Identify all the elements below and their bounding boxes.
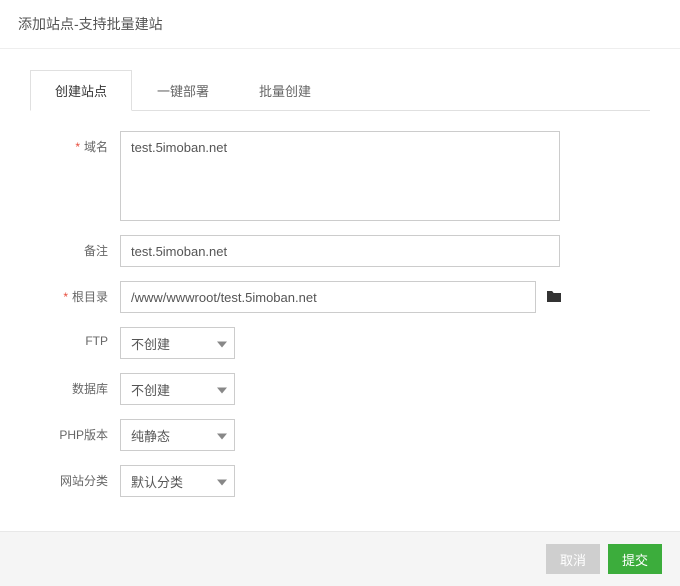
row-remark: 备注 xyxy=(30,235,650,267)
row-php-version: PHP版本 纯静态 xyxy=(30,419,650,451)
label-php-version: PHP版本 xyxy=(30,419,120,443)
select-display: 纯静态 xyxy=(120,419,235,451)
label-ftp: FTP xyxy=(30,327,120,348)
row-database: 数据库 不创建 xyxy=(30,373,650,405)
dialog-footer: 取消 提交 xyxy=(0,531,680,586)
label-category: 网站分类 xyxy=(30,465,120,489)
row-ftp: FTP 不创建 xyxy=(30,327,650,359)
row-root: *根目录 xyxy=(30,281,650,313)
tab-create-site[interactable]: 创建站点 xyxy=(30,70,132,111)
domain-textarea[interactable] xyxy=(120,131,560,221)
category-select[interactable]: 默认分类 xyxy=(120,465,235,497)
label-remark: 备注 xyxy=(30,235,120,259)
tab-label: 批量创建 xyxy=(259,84,311,99)
cancel-button[interactable]: 取消 xyxy=(546,544,600,574)
dialog-title: 添加站点-支持批量建站 xyxy=(18,16,163,32)
dialog-header: 添加站点-支持批量建站 xyxy=(0,0,680,49)
label-database: 数据库 xyxy=(30,373,120,397)
row-category: 网站分类 默认分类 xyxy=(30,465,650,497)
label-domain: *域名 xyxy=(30,131,120,155)
root-input[interactable] xyxy=(120,281,536,313)
row-domain: *域名 xyxy=(30,131,650,221)
submit-button[interactable]: 提交 xyxy=(608,544,662,574)
tabs: 创建站点 一键部署 批量创建 xyxy=(30,69,650,111)
remark-input[interactable] xyxy=(120,235,560,267)
label-root: *根目录 xyxy=(30,281,120,305)
dialog-body: 创建站点 一键部署 批量创建 *域名 备注 *根目录 xyxy=(0,49,680,521)
database-select[interactable]: 不创建 xyxy=(120,373,235,405)
php-select[interactable]: 纯静态 xyxy=(120,419,235,451)
folder-icon[interactable] xyxy=(546,289,562,306)
select-display: 不创建 xyxy=(120,327,235,359)
required-star: * xyxy=(63,290,68,304)
select-display: 不创建 xyxy=(120,373,235,405)
select-display: 默认分类 xyxy=(120,465,235,497)
required-star: * xyxy=(75,140,80,154)
tab-label: 创建站点 xyxy=(55,84,107,99)
ftp-select[interactable]: 不创建 xyxy=(120,327,235,359)
tab-batch-create[interactable]: 批量创建 xyxy=(234,70,336,111)
tab-label: 一键部署 xyxy=(157,84,209,99)
tab-one-click-deploy[interactable]: 一键部署 xyxy=(132,70,234,111)
